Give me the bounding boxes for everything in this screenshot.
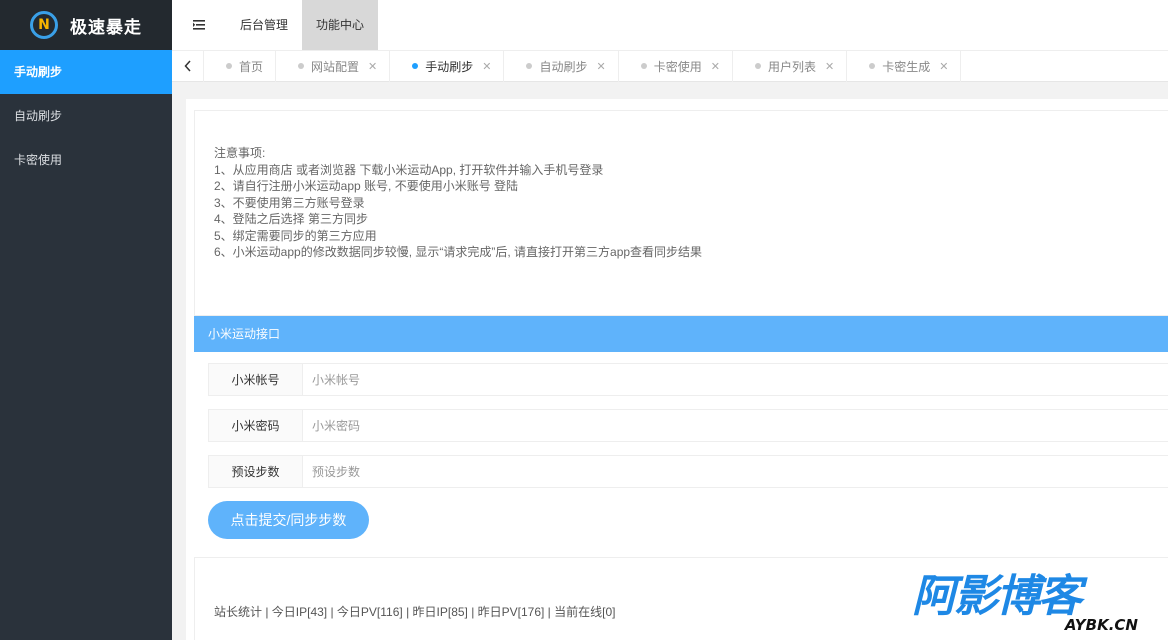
account-label: 小米帐号	[209, 364, 303, 395]
notice-line: 4、登陆之后选择 第三方同步	[214, 212, 369, 226]
site-stats: 站长统计 | 今日IP[43] | 今日PV[116] | 昨日IP[85] |…	[214, 605, 616, 619]
top-nav-admin[interactable]: 后台管理	[226, 0, 302, 50]
password-label: 小米密码	[209, 410, 303, 441]
close-icon[interactable]: ✕	[597, 60, 606, 73]
steps-input[interactable]	[303, 456, 1168, 487]
close-icon[interactable]: ✕	[825, 60, 834, 73]
watermark-logo: 阿影博客 AYBK.CN	[912, 572, 1148, 638]
tab-home[interactable]: 首页	[204, 50, 277, 82]
watermark-cn: 阿影博客	[912, 571, 1082, 622]
tab-manual-steps[interactable]: 手动刷步 ✕	[390, 50, 505, 82]
main-content: 注意事项: 1、从应用商店 或者浏览器 下载小米运动App, 打开软件并输入手机…	[186, 99, 1168, 640]
password-row: 小米密码	[208, 409, 1168, 442]
close-icon[interactable]: ✕	[711, 60, 720, 73]
sidebar-item-manual-steps[interactable]: 手动刷步	[0, 50, 172, 94]
top-header: 后台管理 功能中心	[172, 0, 1168, 50]
password-input[interactable]	[303, 410, 1168, 441]
close-icon[interactable]: ✕	[939, 60, 948, 73]
close-icon[interactable]: ✕	[482, 60, 491, 73]
tab-dot-icon	[526, 63, 533, 69]
tab-user-list[interactable]: 用户列表 ✕	[733, 50, 848, 82]
tab-auto-steps[interactable]: 自动刷步 ✕	[504, 50, 619, 82]
tab-dot-icon	[754, 63, 761, 69]
tab-dot-icon	[412, 63, 419, 69]
tab-site-config[interactable]: 网站配置 ✕	[276, 50, 391, 82]
tab-scroll-left-icon[interactable]	[172, 50, 204, 82]
top-nav-function-center[interactable]: 功能中心	[302, 0, 379, 50]
sidebar-item-card-use[interactable]: 卡密使用	[0, 138, 172, 182]
tab-dot-icon	[640, 63, 647, 69]
watermark-en: AYBK.CN	[1064, 616, 1138, 634]
tab-dot-icon	[869, 63, 876, 69]
tab-card-generate[interactable]: 卡密生成 ✕	[847, 50, 962, 82]
account-row: 小米帐号	[208, 363, 1168, 396]
steps-row: 预设步数	[208, 455, 1168, 488]
tab-dot-icon	[226, 63, 232, 69]
notice-line: 5、绑定需要同步的第三方应用	[214, 228, 377, 243]
steps-label: 预设步数	[209, 456, 303, 487]
sidebar-item-auto-steps[interactable]: 自动刷步	[0, 94, 172, 138]
tab-bar: 首页 网站配置 ✕ 手动刷步 ✕ 自动刷步 ✕ 卡密使用 ✕ 用户列表 ✕ 卡密生成 ✕	[172, 50, 1168, 82]
sidebar: N 极速暴走 手动刷步 自动刷步 卡密使用	[0, 0, 172, 640]
account-input[interactable]	[303, 364, 1168, 395]
notice-line: 6、小米运动app的修改数据同步较慢, 显示“请求完成”后, 请直接打开第三方a…	[214, 245, 703, 259]
menu-toggle-icon[interactable]	[172, 0, 226, 50]
logo-icon: N	[30, 11, 58, 39]
app-title: 极速暴走	[70, 17, 142, 37]
tab-dot-icon	[298, 63, 305, 69]
notice-line: 3、不要使用第三方账号登录	[214, 195, 365, 210]
notice-text: 注意事项: 1、从应用商店 或者浏览器 下载小米运动App, 打开软件并输入手机…	[214, 145, 702, 261]
submit-button[interactable]: 点击提交/同步步数	[208, 501, 369, 539]
tab-card-use[interactable]: 卡密使用 ✕	[619, 50, 733, 82]
section-header: 小米运动接口	[194, 316, 1168, 352]
notice-line: 2、请自行注册小米运动app 账号, 不要使用小米账号 登陆	[214, 179, 519, 193]
notice-title: 注意事项:	[214, 146, 266, 160]
close-icon[interactable]: ✕	[368, 60, 377, 73]
notice-line: 1、从应用商店 或者浏览器 下载小米运动App, 打开软件并输入手机号登录	[214, 162, 604, 177]
logo[interactable]: N 极速暴走	[0, 0, 172, 50]
